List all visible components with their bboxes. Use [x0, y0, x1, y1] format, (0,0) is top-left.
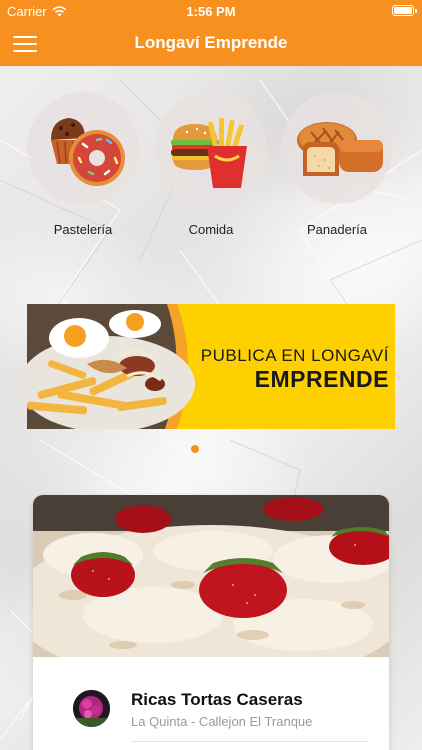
card-divider: [131, 741, 369, 742]
business-avatar: [73, 690, 110, 727]
bread-icon: [281, 92, 393, 204]
burger-fries-icon: [155, 92, 267, 204]
top-bar: Carrier 1:56 PM Longaví Emprende: [0, 0, 422, 66]
category-label: Panadería: [307, 222, 367, 237]
business-location: La Quinta - Callejon El Tranque: [131, 714, 313, 729]
business-title: Ricas Tortas Caseras: [131, 690, 303, 709]
category-comida[interactable]: Comida: [155, 92, 267, 237]
status-time: 1:56 PM: [186, 4, 236, 19]
battery-icon: [392, 5, 417, 16]
pager-dot[interactable]: [191, 445, 199, 453]
promo-banner[interactable]: PUBLICA EN LONGAVÍ EMPRENDE: [27, 304, 395, 429]
status-bar: Carrier 1:56 PM: [0, 0, 422, 22]
category-panaderia[interactable]: Panadería: [281, 92, 393, 237]
banner-line2: EMPRENDE: [254, 366, 389, 392]
category-label: Comida: [188, 222, 234, 237]
category-label: Pastelería: [53, 222, 113, 237]
category-pasteleria[interactable]: Pastelería: [27, 92, 139, 237]
card-photo: [33, 495, 389, 657]
nav-title: Longaví Emprende: [134, 33, 288, 52]
business-card[interactable]: Ricas Tortas Caseras La Quinta - Callejo…: [33, 495, 389, 750]
banner-line1: PUBLICA EN LONGAVÍ: [200, 346, 389, 365]
cake-donut-icon: [27, 92, 139, 204]
